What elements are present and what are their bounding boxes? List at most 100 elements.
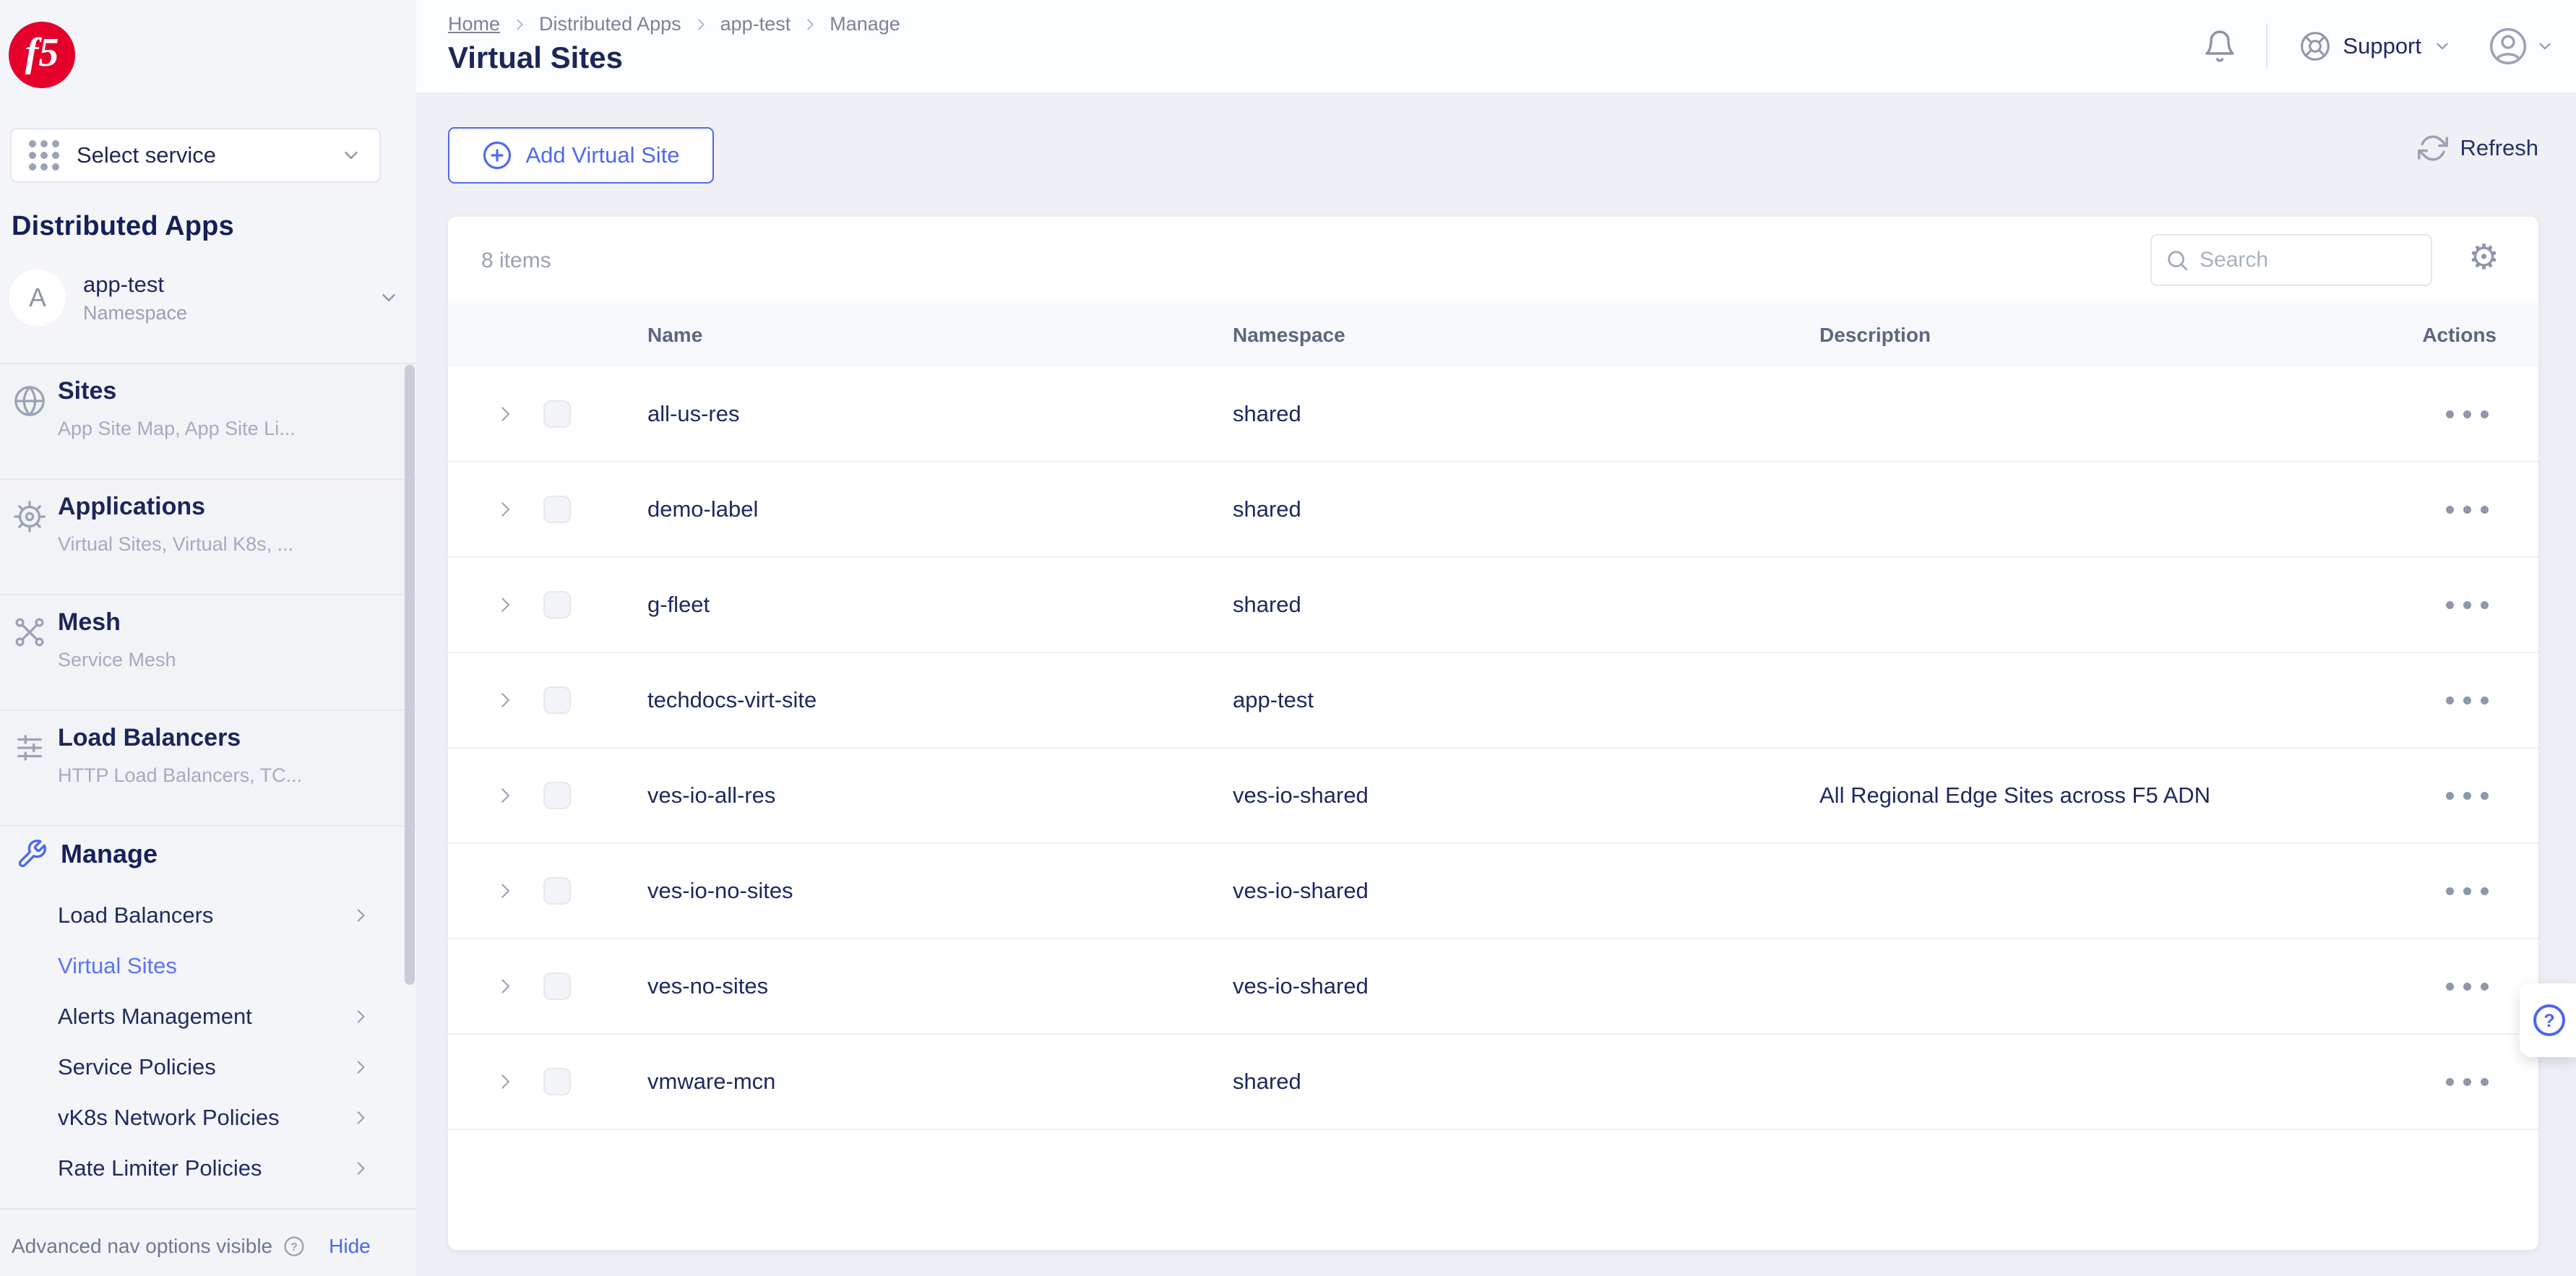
row-expand-chevron-icon[interactable] bbox=[494, 975, 516, 997]
virtual-sites-table-card: 8 items ⚙ Name Namespace Description Act… bbox=[448, 217, 2538, 1250]
load-balancer-icon bbox=[13, 731, 46, 764]
manage-subnav-label: Service Policies bbox=[58, 1054, 216, 1079]
row-expand-chevron-icon[interactable] bbox=[494, 689, 516, 711]
manage-subnav-label: Rate Limiter Policies bbox=[58, 1155, 262, 1181]
breadcrumb-home[interactable]: Home bbox=[448, 13, 500, 35]
search-input[interactable] bbox=[2200, 248, 2402, 272]
table-settings-gear-icon[interactable]: ⚙ bbox=[2468, 240, 2499, 275]
row-name[interactable]: g-fleet bbox=[647, 592, 710, 618]
sidebar-item-sublabel: HTTP Load Balancers, TC... bbox=[58, 764, 303, 786]
manage-subnav-item[interactable]: Rate Limiter Policies bbox=[0, 1143, 416, 1194]
row-name[interactable]: vmware-mcn bbox=[647, 1069, 775, 1095]
row-checkbox[interactable] bbox=[543, 591, 571, 618]
chevron-right-icon bbox=[351, 1007, 370, 1026]
sidebar-item-load-balancers[interactable]: Load Balancers HTTP Load Balancers, TC..… bbox=[0, 711, 416, 827]
sidebar-item-mesh[interactable]: Mesh Service Mesh bbox=[0, 595, 416, 711]
help-circle-icon: ? bbox=[283, 1235, 306, 1258]
sidebar-item-applications[interactable]: Applications Virtual Sites, Virtual K8s,… bbox=[0, 480, 416, 595]
breadcrumb-manage[interactable]: Manage bbox=[830, 13, 900, 35]
row-name[interactable]: ves-no-sites bbox=[647, 973, 768, 999]
advanced-nav-label: Advanced nav options visible bbox=[12, 1235, 273, 1257]
sidebar-footer: Advanced nav options visible ? Hide bbox=[0, 1208, 416, 1276]
globe-icon bbox=[13, 384, 46, 418]
column-header-name: Name bbox=[647, 324, 703, 346]
row-actions-button[interactable] bbox=[2427, 488, 2507, 531]
row-checkbox[interactable] bbox=[543, 496, 571, 523]
search-icon bbox=[2168, 251, 2188, 271]
namespace-selector[interactable]: A app-test Namespace bbox=[9, 269, 400, 327]
row-name[interactable]: techdocs-virt-site bbox=[647, 687, 817, 713]
select-service-dropdown[interactable]: Select service bbox=[10, 128, 381, 183]
refresh-button[interactable]: Refresh bbox=[2418, 133, 2538, 163]
refresh-icon bbox=[2418, 135, 2449, 161]
row-name[interactable]: demo-label bbox=[647, 496, 758, 522]
sidebar: f5 Select service Distributed Apps A app… bbox=[0, 0, 416, 1276]
f5-logo[interactable]: f5 bbox=[9, 22, 75, 88]
breadcrumb-separator-icon bbox=[517, 19, 523, 30]
sidebar-item-sites[interactable]: Sites App Site Map, App Site Li... bbox=[0, 364, 416, 480]
table-row: ves-io-no-sites ves-io-shared bbox=[448, 844, 2538, 939]
row-checkbox[interactable] bbox=[543, 877, 571, 905]
row-actions-button[interactable] bbox=[2427, 583, 2507, 626]
table-row: demo-label shared bbox=[448, 462, 2538, 558]
row-checkbox[interactable] bbox=[543, 782, 571, 809]
wrench-icon bbox=[16, 838, 48, 870]
items-count: 8 items bbox=[481, 249, 551, 272]
row-name[interactable]: ves-io-all-res bbox=[647, 783, 775, 809]
row-actions-button[interactable] bbox=[2427, 774, 2507, 817]
row-expand-chevron-icon[interactable] bbox=[494, 880, 516, 902]
row-expand-chevron-icon[interactable] bbox=[494, 785, 516, 806]
row-checkbox[interactable] bbox=[543, 400, 571, 428]
table-row: vmware-mcn shared bbox=[448, 1035, 2538, 1130]
row-expand-chevron-icon[interactable] bbox=[494, 499, 516, 520]
row-name[interactable]: ves-io-no-sites bbox=[647, 878, 793, 904]
manage-subnav-item[interactable]: Service Policies bbox=[0, 1042, 416, 1092]
row-actions-button[interactable] bbox=[2427, 1060, 2507, 1103]
manage-subnav-item[interactable]: vK8s Network Policies bbox=[0, 1092, 416, 1143]
chevron-right-icon bbox=[351, 906, 370, 925]
manage-subnav-item[interactable]: Virtual Sites bbox=[0, 941, 416, 991]
row-namespace: app-test bbox=[1233, 687, 1314, 712]
support-menu[interactable]: Support bbox=[2299, 30, 2452, 62]
notifications-bell-button[interactable] bbox=[2202, 29, 2237, 64]
chevron-down-icon bbox=[2437, 43, 2448, 50]
row-checkbox[interactable] bbox=[543, 1068, 571, 1095]
help-circle-icon: ? bbox=[2531, 1002, 2567, 1038]
sidebar-scrollbar[interactable] bbox=[405, 365, 415, 985]
row-namespace: ves-io-shared bbox=[1233, 973, 1369, 999]
manage-subnav: Load Balancers Virtual Sites Alerts Mana… bbox=[0, 890, 416, 1194]
account-menu[interactable] bbox=[2488, 26, 2554, 66]
sidebar-item-label: Applications bbox=[58, 493, 206, 520]
topbar-actions: Support bbox=[2202, 0, 2554, 92]
row-namespace: ves-io-shared bbox=[1233, 878, 1369, 903]
row-expand-chevron-icon[interactable] bbox=[494, 594, 516, 616]
row-actions-button[interactable] bbox=[2427, 869, 2507, 913]
row-name[interactable]: all-us-res bbox=[647, 401, 739, 427]
row-actions-button[interactable] bbox=[2427, 965, 2507, 1008]
namespace-type-label: Namespace bbox=[83, 301, 188, 324]
table-header-row: Name Namespace Description Actions bbox=[448, 303, 2538, 367]
manage-subnav-item[interactable]: Load Balancers bbox=[0, 890, 416, 941]
row-expand-chevron-icon[interactable] bbox=[494, 403, 516, 425]
help-panel[interactable]: ? bbox=[2520, 983, 2576, 1057]
row-expand-chevron-icon[interactable] bbox=[494, 1071, 516, 1092]
sidebar-item-manage[interactable]: Manage bbox=[0, 829, 416, 879]
hide-advanced-nav-link[interactable]: Hide bbox=[329, 1235, 371, 1258]
chevron-down-icon bbox=[2539, 43, 2551, 50]
sidebar-item-label: Mesh bbox=[58, 608, 121, 636]
manage-subnav-label: vK8s Network Policies bbox=[58, 1105, 280, 1130]
chevron-right-icon bbox=[351, 1108, 370, 1127]
breadcrumb-app-test[interactable]: app-test bbox=[720, 13, 791, 35]
breadcrumb-distributed-apps[interactable]: Distributed Apps bbox=[539, 13, 681, 35]
chevron-right-icon bbox=[351, 1159, 370, 1178]
row-actions-button[interactable] bbox=[2427, 392, 2507, 436]
row-checkbox[interactable] bbox=[543, 973, 571, 1000]
row-actions-button[interactable] bbox=[2427, 678, 2507, 722]
breadcrumb: Home Distributed Apps app-test Manage bbox=[448, 13, 900, 35]
breadcrumb-separator-icon bbox=[807, 19, 814, 30]
select-service-label: Select service bbox=[77, 142, 216, 168]
row-checkbox[interactable] bbox=[543, 686, 571, 714]
add-virtual-site-button[interactable]: Add Virtual Site bbox=[448, 127, 714, 184]
namespace-name: app-test bbox=[83, 271, 165, 297]
manage-subnav-item[interactable]: Alerts Management bbox=[0, 991, 416, 1042]
